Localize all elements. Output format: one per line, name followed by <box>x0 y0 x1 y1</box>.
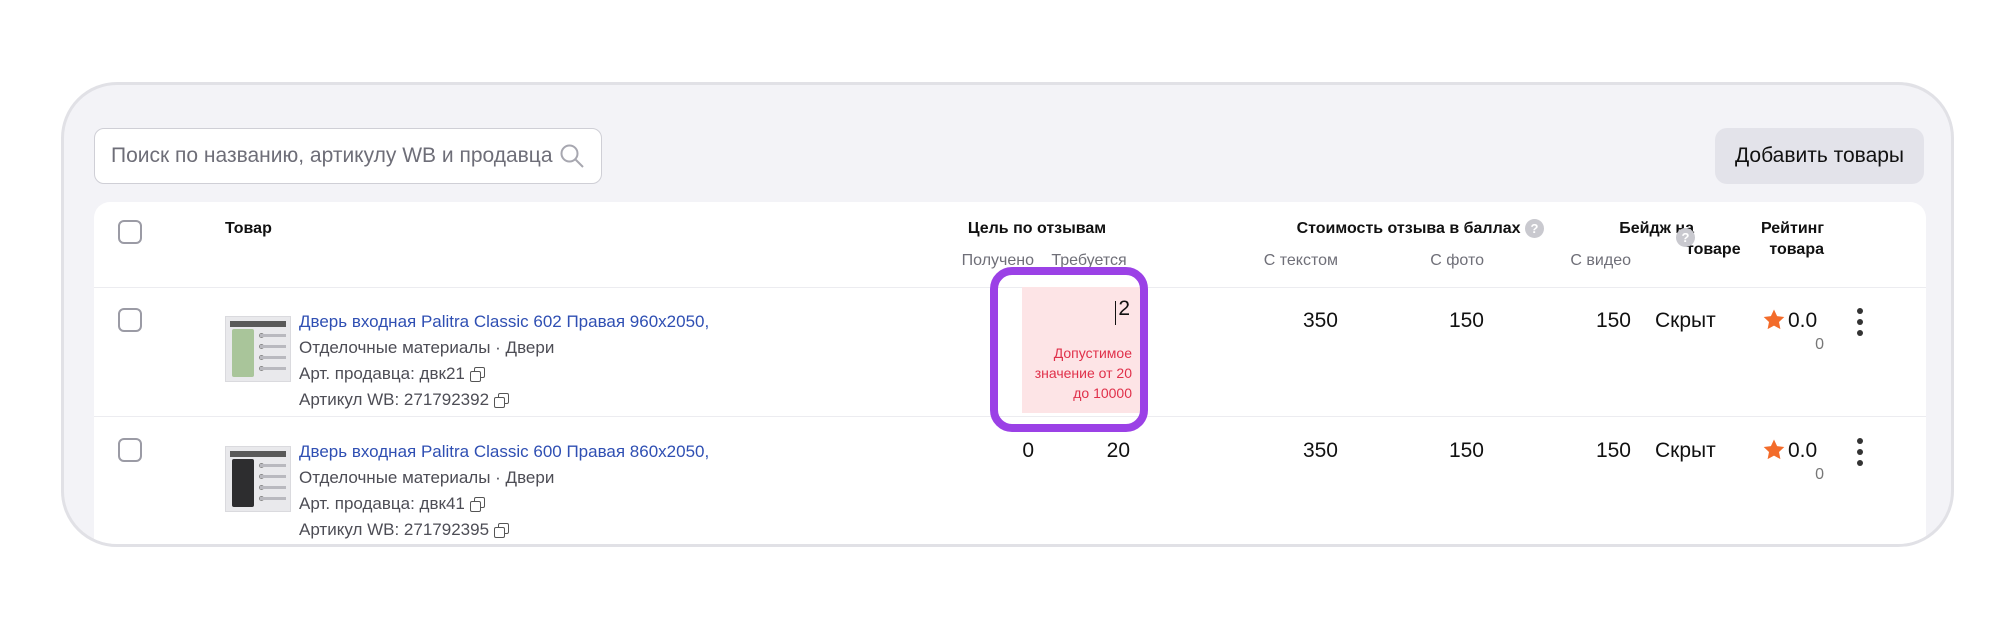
cost-with-video: 150 <box>1595 309 1631 332</box>
row-checkbox[interactable] <box>118 308 142 332</box>
required-cell-error: Допустимое значение от 20 до 10000 <box>1022 287 1140 413</box>
select-all-checkbox[interactable] <box>118 220 142 244</box>
header-rating-line2: товара <box>1769 241 1824 258</box>
copy-icon[interactable] <box>494 393 510 408</box>
seller-article: Арт. продавца: двк41 <box>299 494 485 514</box>
header-required: Требуется <box>1051 252 1127 269</box>
wb-article: Артикул WB: 271792392 <box>299 390 510 410</box>
help-icon[interactable]: ? <box>1525 219 1544 239</box>
copy-icon[interactable] <box>469 497 485 512</box>
text-caret <box>1114 301 1116 325</box>
cost-with-photo: 150 <box>1448 439 1484 462</box>
product-thumbnail[interactable] <box>225 316 291 382</box>
star-icon <box>1763 309 1785 330</box>
header-divider <box>94 287 1926 288</box>
search-input[interactable] <box>111 144 559 168</box>
product-category-text: Отделочные материалы · Двери <box>299 338 555 357</box>
seller-article-text: Арт. продавца: двк21 <box>299 364 465 383</box>
cost-with-photo: 150 <box>1448 309 1484 332</box>
copy-icon[interactable] <box>469 367 485 382</box>
products-panel: Добавить товары Товар Цель по отзывам По… <box>61 82 1954 547</box>
badge-status: Скрыт <box>1655 309 1716 332</box>
required-value[interactable]: 20 <box>1030 439 1130 463</box>
header-review-goal: Цель по отзывам <box>967 220 1107 237</box>
validation-error-text: Допустимое значение от 20 до 10000 <box>1034 345 1132 401</box>
wb-article-text: Артикул WB: 271792392 <box>299 390 490 409</box>
door-image <box>232 459 254 507</box>
badge-status: Скрыт <box>1655 439 1716 462</box>
door-image <box>232 329 254 377</box>
product-category: Отделочные материалы · Двери <box>299 468 554 488</box>
product-category: Отделочные материалы · Двери <box>299 338 554 358</box>
product-thumbnail[interactable] <box>225 446 291 512</box>
product-category-text: Отделочные материалы · Двери <box>299 468 555 487</box>
product-title-link[interactable]: Дверь входная Palitra Classic 602 Правая… <box>299 312 709 332</box>
received-value: 0 <box>944 309 1034 333</box>
cost-with-video: 150 <box>1595 439 1631 462</box>
wb-article-text: Артикул WB: 271792395 <box>299 520 490 539</box>
add-products-button[interactable]: Добавить товары <box>1715 128 1924 184</box>
header-received: Получено <box>961 252 1034 269</box>
rating-count: 0 <box>1815 466 1824 483</box>
star-icon <box>1763 439 1785 460</box>
copy-icon[interactable] <box>494 523 510 538</box>
product-title-link[interactable]: Дверь входная Palitra Classic 600 Правая… <box>299 442 709 462</box>
help-icon[interactable]: ? <box>1676 228 1695 247</box>
products-table: Товар Цель по отзывам Получено Требуется… <box>94 202 1926 544</box>
header-rating-line1: Рейтинг <box>1760 220 1824 237</box>
cost-with-text: 350 <box>1302 309 1338 332</box>
header-review-cost-label: Стоимость отзыва в баллах <box>1296 220 1521 237</box>
header-rating: Рейтинг товара <box>1724 218 1824 260</box>
seller-article-text: Арт. продавца: двк41 <box>299 494 465 513</box>
row-divider <box>94 416 1926 417</box>
header-product: Товар <box>225 220 272 237</box>
wb-article: Артикул WB: 271792395 <box>299 520 510 540</box>
cost-with-text: 350 <box>1302 439 1338 462</box>
search-icon[interactable] <box>559 143 585 169</box>
rating-count: 0 <box>1815 336 1824 353</box>
header-review-cost: Стоимость отзыва в баллах ? <box>1194 218 1544 239</box>
rating-value: 0.0 <box>1788 439 1818 462</box>
received-value: 0 <box>1022 439 1034 462</box>
seller-article: Арт. продавца: двк21 <box>299 364 485 384</box>
more-options-icon[interactable] <box>1854 308 1866 336</box>
row-checkbox[interactable] <box>118 438 142 462</box>
rating-value: 0.0 <box>1788 309 1818 332</box>
more-options-icon[interactable] <box>1854 438 1866 466</box>
header-with-text: С текстом <box>1263 252 1338 269</box>
search-box[interactable] <box>94 128 602 184</box>
header-with-photo: С фото <box>1430 252 1484 269</box>
